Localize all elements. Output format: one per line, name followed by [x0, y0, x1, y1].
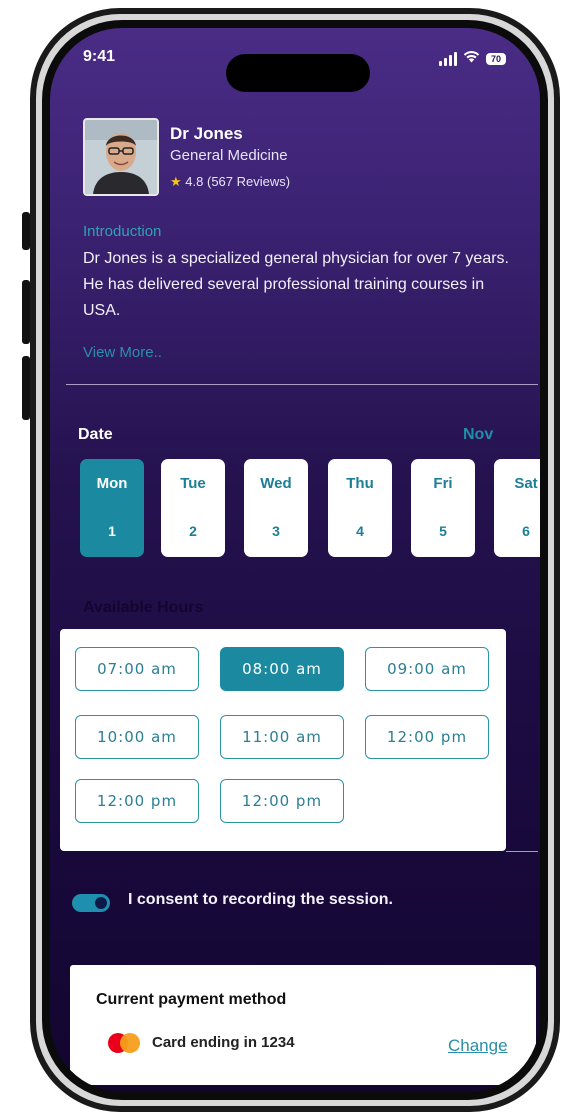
day-name: Wed [260, 475, 292, 492]
day-name: Tue [180, 475, 206, 492]
signal-icon [438, 52, 457, 66]
day-tue[interactable]: Tue 2 [161, 459, 225, 557]
app-screen: 9:41 70 Dr Jones General Medicine ★ 4.8 … [50, 28, 540, 1092]
rating-value: 4.8 [185, 174, 204, 189]
mastercard-icon [108, 1033, 140, 1053]
day-date: 6 [522, 523, 530, 539]
volume-up-button[interactable] [22, 280, 30, 344]
time-slot[interactable]: 10:00 am [75, 715, 199, 759]
intro-text: Dr Jones is a specialized general physic… [83, 250, 509, 319]
time-slot[interactable]: 12:00 pm [365, 715, 489, 759]
date-label: Date [78, 426, 113, 443]
wifi-icon [463, 50, 480, 68]
change-payment-link[interactable]: Change [448, 1036, 508, 1056]
dynamic-island [226, 54, 370, 92]
doctor-rating: ★ 4.8 (567 Reviews) [170, 174, 290, 190]
consent-label: I consent to recording the session. [128, 891, 393, 908]
status-time: 9:41 [83, 48, 116, 65]
day-fri[interactable]: Fri 5 [411, 459, 475, 557]
doctor-specialty: General Medicine [170, 147, 288, 164]
available-hours-label: Available Hours [83, 599, 204, 616]
day-name: Fri [433, 475, 453, 492]
divider [66, 384, 538, 385]
doctor-avatar [83, 118, 159, 196]
day-sat[interactable]: Sat 6 [494, 459, 540, 557]
day-date: 5 [439, 523, 447, 539]
action-button[interactable] [22, 212, 30, 250]
payment-card: Current payment method Card ending in 12… [70, 965, 536, 1085]
hours-panel: 07:00 am 08:00 am 09:00 am 10:00 am 11:0… [60, 629, 506, 851]
time-slot-selected[interactable]: 08:00 am [220, 647, 344, 691]
day-date: 2 [189, 523, 197, 539]
divider [506, 851, 538, 852]
day-date: 3 [272, 523, 280, 539]
day-date: 4 [356, 523, 364, 539]
star-icon: ★ [170, 174, 182, 189]
volume-down-button[interactable] [22, 356, 30, 420]
day-name: Thu [346, 475, 374, 492]
day-name: Sat [514, 475, 538, 492]
status-icons: 70 [438, 50, 506, 68]
card-label: Card ending in 1234 [152, 1034, 295, 1051]
time-slot[interactable]: 09:00 am [365, 647, 489, 691]
review-count: (567 Reviews) [206, 174, 291, 189]
day-mon[interactable]: Mon 1 [80, 459, 144, 557]
time-slot[interactable]: 12:00 pm [220, 779, 344, 823]
intro-title: Introduction [83, 223, 162, 240]
doctor-name: Dr Jones [170, 124, 243, 143]
payment-title: Current payment method [96, 991, 287, 1008]
day-thu[interactable]: Thu 4 [328, 459, 392, 557]
battery-icon: 70 [485, 53, 506, 65]
time-slot[interactable]: 12:00 pm [75, 779, 199, 823]
day-wed[interactable]: Wed 3 [244, 459, 308, 557]
day-name: Mon [96, 475, 128, 492]
month-label[interactable]: Nov [463, 426, 493, 444]
consent-toggle[interactable] [72, 894, 110, 912]
day-date: 1 [108, 523, 116, 539]
time-slot[interactable]: 11:00 am [220, 715, 344, 759]
time-slot[interactable]: 07:00 am [75, 647, 199, 691]
view-more-link[interactable]: View More.. [83, 344, 162, 361]
